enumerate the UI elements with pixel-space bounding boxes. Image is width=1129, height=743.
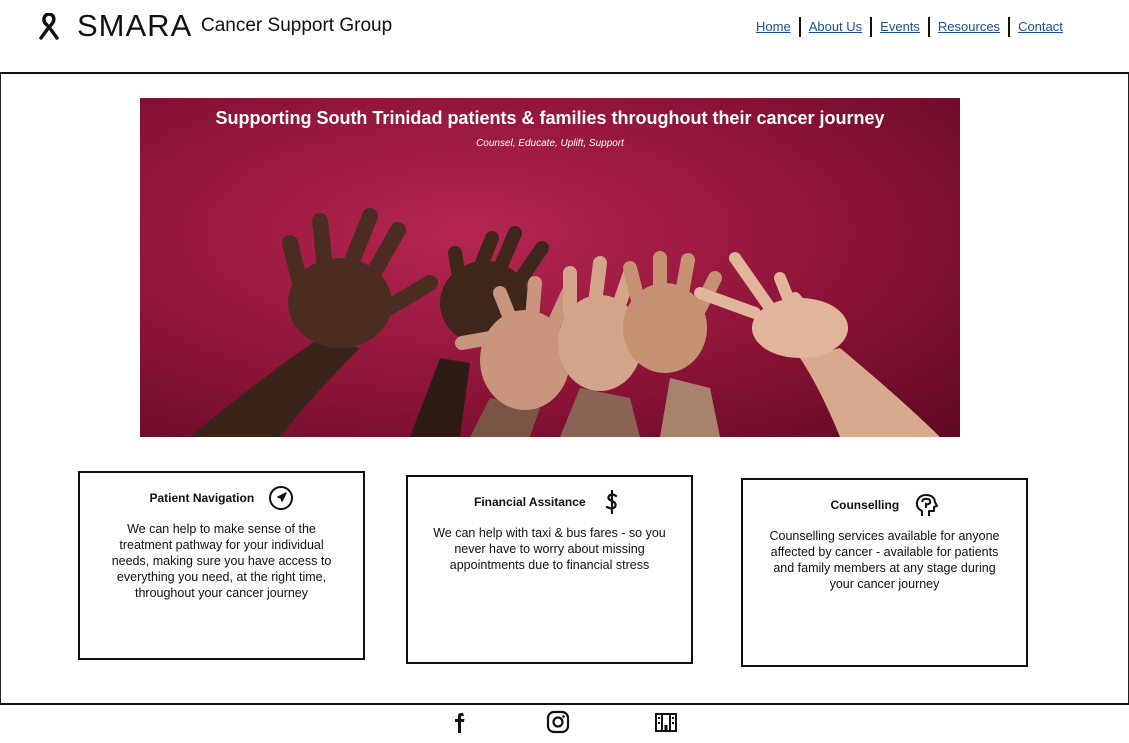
card-title-text: Financial Assitance [474, 495, 586, 509]
card-description: Counselling services available for anyon… [769, 529, 1000, 591]
compass-icon [268, 486, 293, 510]
nav-events[interactable]: Events [870, 17, 928, 37]
card-title: Counselling [743, 492, 1026, 518]
nav-contact[interactable]: Contact [1008, 17, 1071, 37]
head-brain-icon [915, 494, 938, 516]
ribbon-icon[interactable] [36, 13, 62, 41]
card-patient-navigation: Patient Navigation We can help to make s… [78, 471, 365, 660]
nav-home[interactable]: Home [748, 17, 799, 37]
main-nav: Home About Us Events Resources Contact [748, 16, 1071, 38]
hero-tagline: Counsel, Educate, Uplift, Support [476, 138, 624, 149]
instagram-icon[interactable] [545, 709, 571, 735]
nav-about-us[interactable]: About Us [798, 17, 870, 37]
card-description: We can help with taxi & bus fares - so y… [433, 526, 666, 572]
nav-resources[interactable]: Resources [927, 17, 1008, 37]
building-icon[interactable] [653, 709, 679, 735]
brand-subtitle: Cancer Support Group [201, 15, 393, 36]
card-title: Patient Navigation [80, 485, 363, 511]
site-header: SMARA Cancer Support Group Home About Us… [0, 0, 1129, 74]
card-title: Financial Assitance [408, 489, 691, 515]
card-counselling: Counselling Counselling services availab… [741, 478, 1028, 667]
dollar-icon [605, 489, 618, 515]
hero-title: Supporting South Trinidad patients & fam… [215, 108, 885, 128]
card-title-text: Patient Navigation [149, 491, 255, 505]
facebook-icon[interactable] [447, 709, 473, 735]
card-title-text: Counselling [830, 498, 900, 512]
brand-name[interactable]: SMARA [77, 8, 192, 44]
site-footer [0, 703, 1129, 743]
card-financial-assistance: Financial Assitance We can help with tax… [406, 475, 693, 664]
card-description: We can help to make sense of the treatme… [111, 522, 332, 600]
hero-banner: Supporting South Trinidad patients & fam… [140, 98, 960, 437]
